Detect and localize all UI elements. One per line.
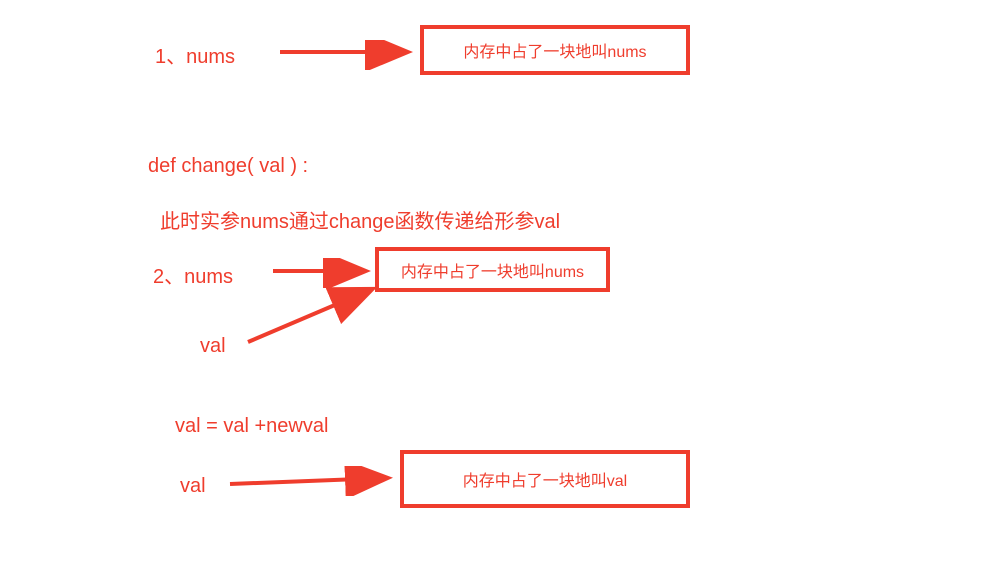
label-2-nums: 2、nums bbox=[153, 260, 233, 289]
box-1-nums-memory: 内存中占了一块地叫nums bbox=[420, 25, 690, 75]
box-3-text: 内存中占了一块地叫val bbox=[463, 467, 627, 491]
label-val: val bbox=[200, 335, 226, 358]
arrow-4 bbox=[225, 466, 400, 496]
def-change-line: def change( val ) : bbox=[148, 155, 308, 178]
box-2-text: 内存中占了一块地叫nums bbox=[401, 258, 584, 282]
assignment-line: val = val +newval bbox=[175, 415, 328, 438]
arrow-1 bbox=[275, 40, 420, 70]
box-3-val-memory: 内存中占了一块地叫val bbox=[400, 450, 690, 508]
label-val-2: val bbox=[180, 475, 206, 498]
box-2-nums-memory: 内存中占了一块地叫nums bbox=[375, 247, 610, 292]
label-1-nums: 1、nums bbox=[155, 40, 235, 69]
arrow-3-diagonal bbox=[240, 282, 385, 352]
box-1-text: 内存中占了一块地叫nums bbox=[463, 38, 646, 62]
description-text: 此时实参nums通过change函数传递给形参val bbox=[160, 205, 560, 234]
